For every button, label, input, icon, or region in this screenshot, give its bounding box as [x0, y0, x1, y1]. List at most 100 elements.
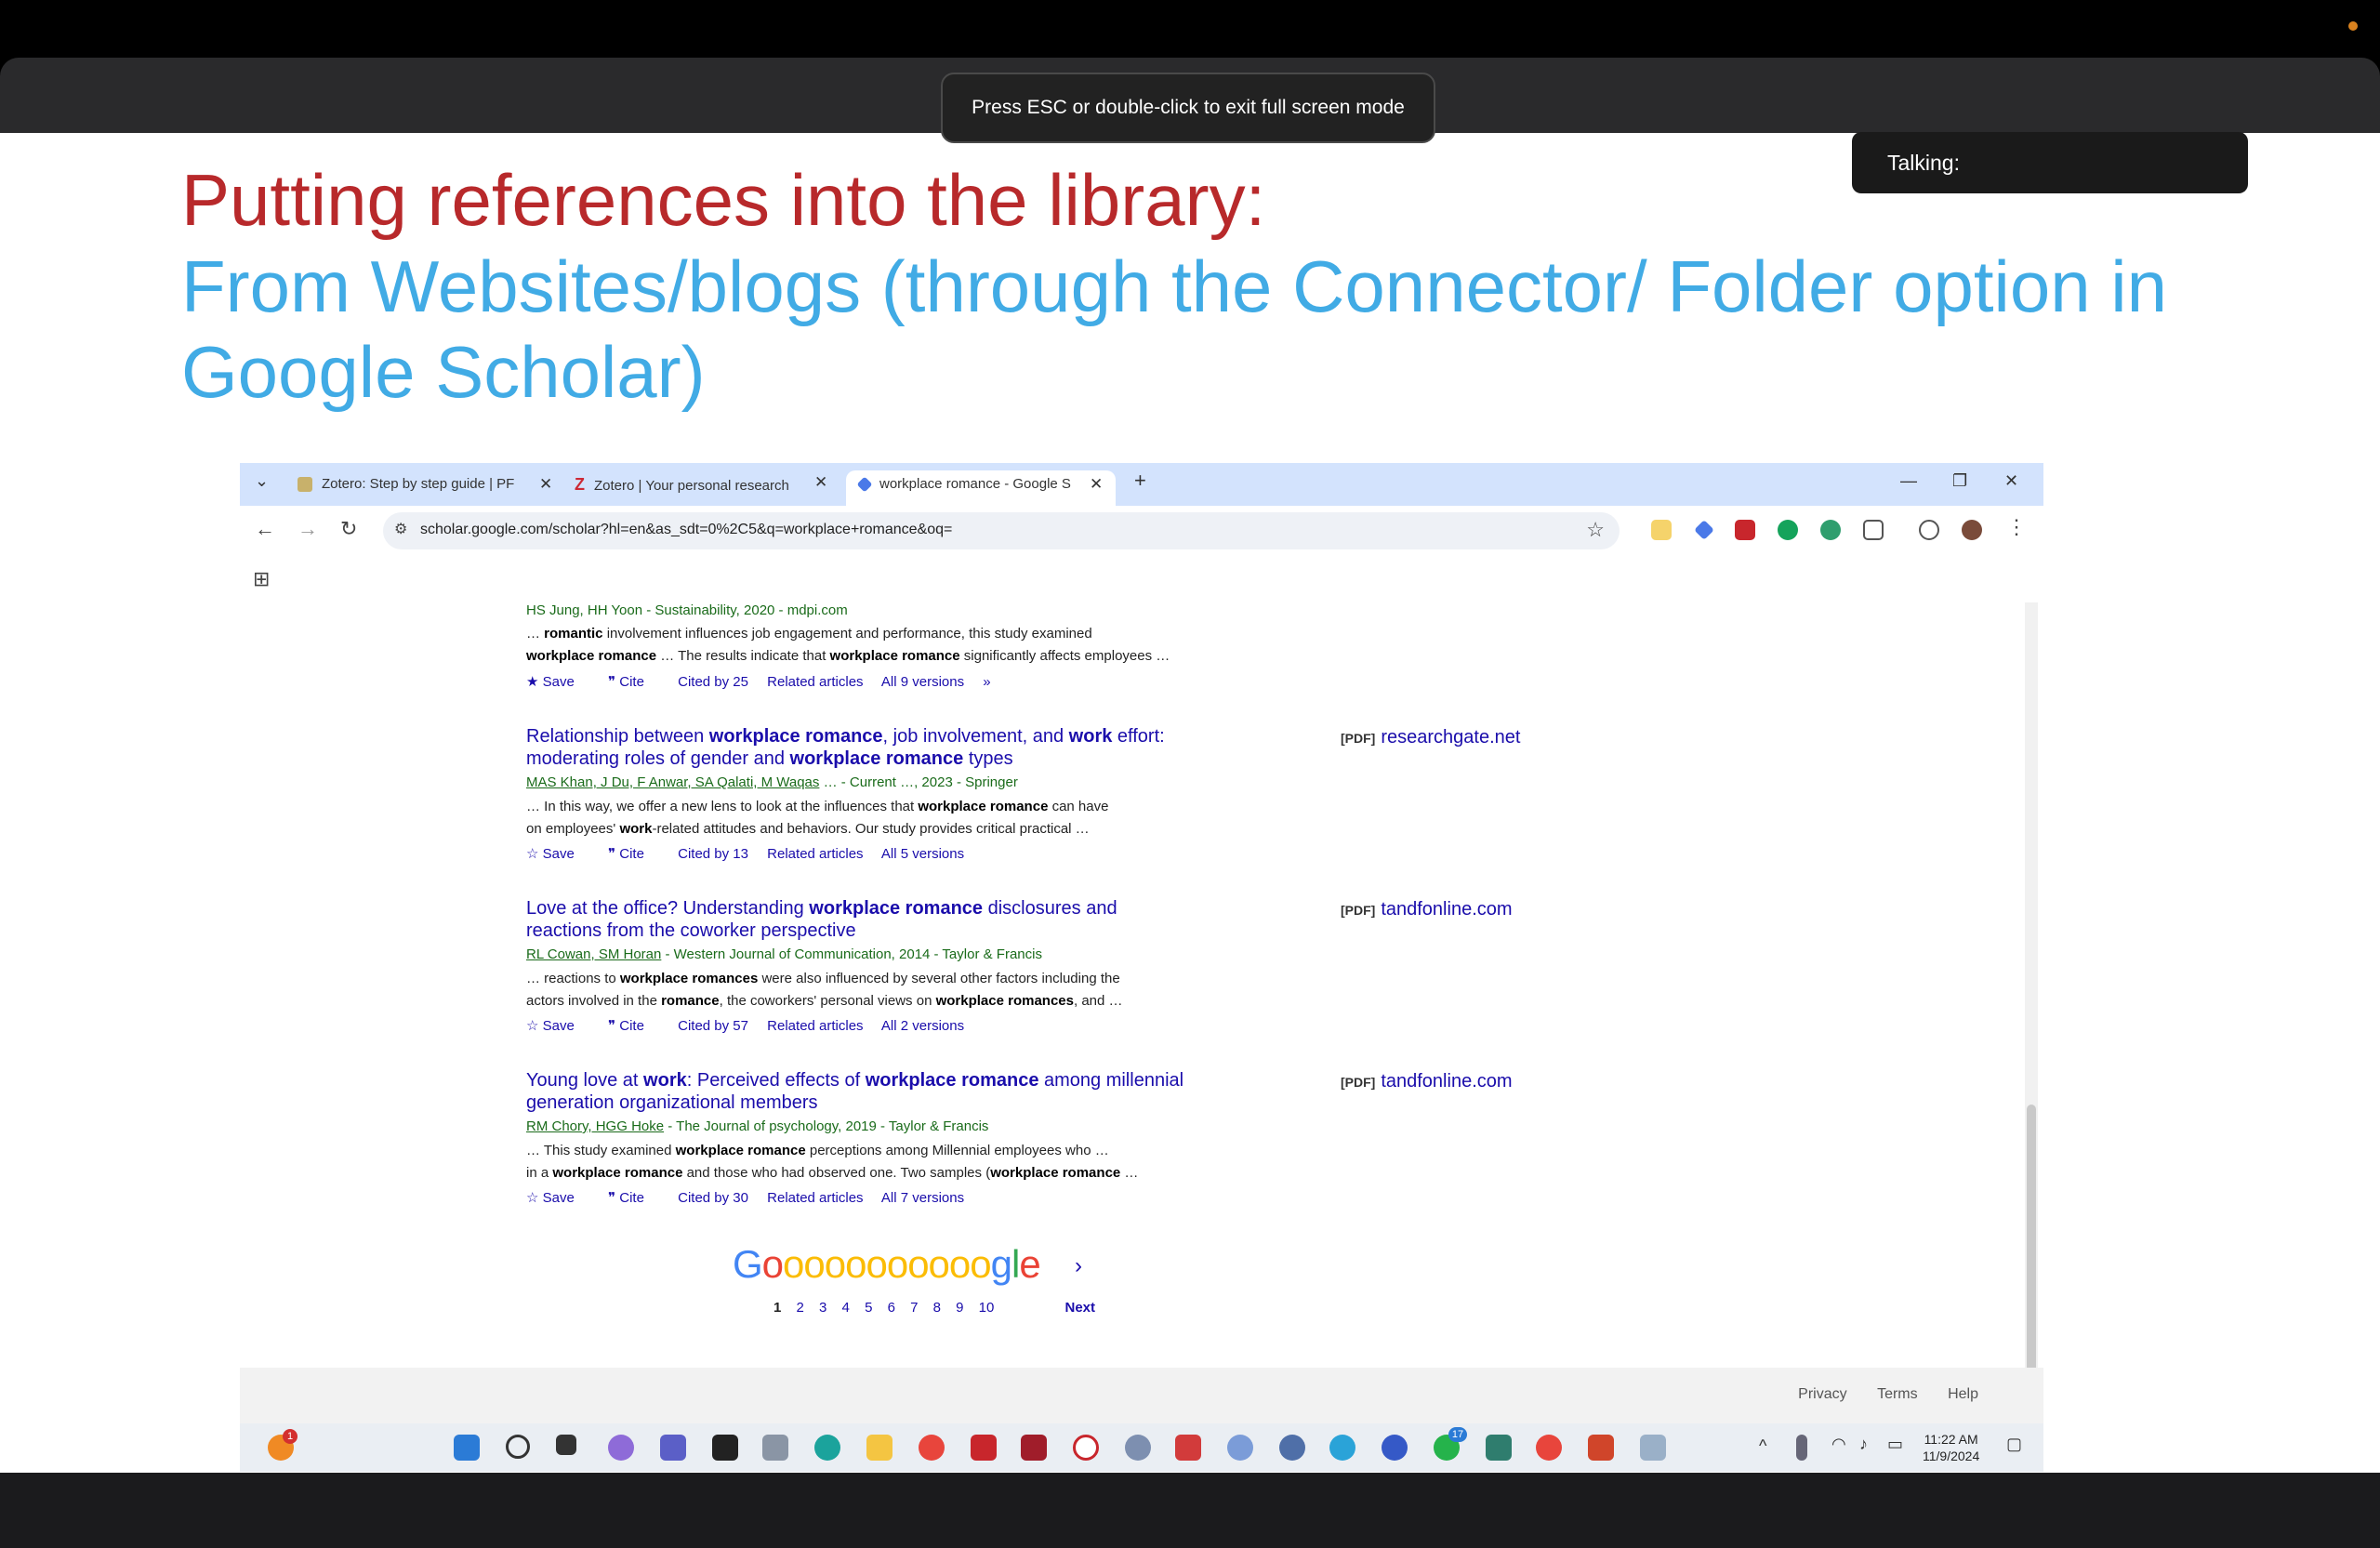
- next-page-link[interactable]: Next: [1065, 1300, 1096, 1316]
- result-title-link[interactable]: Relationship between workplace romance, …: [526, 725, 1270, 770]
- versions-link[interactable]: All 9 versions: [881, 674, 964, 690]
- restore-icon[interactable]: ❐: [1952, 471, 1967, 491]
- battery-icon[interactable]: ▭: [1887, 1435, 1903, 1454]
- notifications-icon[interactable]: ▢: [2006, 1435, 2022, 1454]
- scrollbar-thumb[interactable]: [2027, 1105, 2036, 1402]
- versions-link[interactable]: All 7 versions: [881, 1190, 964, 1206]
- page-link[interactable]: 5: [865, 1300, 872, 1316]
- extensions-puzzle-icon[interactable]: [1863, 520, 1884, 540]
- pdf-link[interactable]: [PDF] tandfonline.com: [1341, 1071, 1513, 1092]
- tab-zotero-home[interactable]: Z Zotero | Your personal research: [575, 470, 853, 506]
- save-button[interactable]: ☆ Save: [526, 846, 589, 862]
- tray-chevron-icon[interactable]: ^: [1759, 1436, 1766, 1456]
- chrome-icon[interactable]: [919, 1435, 945, 1461]
- page-link[interactable]: 6: [888, 1300, 895, 1316]
- task-view-icon[interactable]: [556, 1435, 576, 1455]
- tab-zotero-guide[interactable]: Zotero: Step by step guide | PF ✕: [298, 470, 576, 506]
- new-tab-icon[interactable]: +: [1134, 469, 1146, 493]
- close-tab-icon[interactable]: ✕: [814, 473, 827, 492]
- site-info-icon[interactable]: ⚙: [394, 520, 407, 538]
- tab-search-chevron-icon[interactable]: ⌄: [255, 471, 269, 491]
- browser-app-icon[interactable]: [1279, 1435, 1305, 1461]
- cite-button[interactable]: ❞ Cite: [608, 846, 659, 862]
- taskbar-clock[interactable]: 11:22 AM 11/9/2024: [1923, 1431, 1979, 1464]
- folder-extension-icon[interactable]: [1651, 520, 1672, 540]
- calculator-icon[interactable]: [762, 1435, 788, 1461]
- related-articles-link[interactable]: Related articles: [767, 1018, 863, 1034]
- sync-icon[interactable]: [1919, 520, 1939, 540]
- versions-link[interactable]: All 5 versions: [881, 846, 964, 862]
- cite-button[interactable]: ❞ Cite: [608, 1190, 659, 1206]
- network-app-icon[interactable]: [1486, 1435, 1512, 1461]
- privacy-link[interactable]: Privacy: [1798, 1386, 1846, 1402]
- pdf-link[interactable]: [PDF] tandfonline.com: [1341, 899, 1513, 920]
- tab-google-scholar[interactable]: workplace romance - Google S ✕: [846, 470, 1116, 506]
- cite-button[interactable]: ❞ Cite: [608, 1018, 659, 1034]
- microphone-icon[interactable]: [1796, 1435, 1807, 1461]
- mendeley-desktop-icon[interactable]: [1021, 1435, 1047, 1461]
- edge-icon[interactable]: [814, 1435, 840, 1461]
- minimize-icon[interactable]: —: [1900, 471, 1917, 491]
- more-icon[interactable]: »: [983, 674, 990, 690]
- page-link[interactable]: 4: [842, 1300, 850, 1316]
- avatar[interactable]: [1962, 520, 1982, 540]
- menu-kebab-icon[interactable]: ⋮: [2006, 515, 2027, 539]
- versions-link[interactable]: All 2 versions: [881, 1018, 964, 1034]
- extension-icon[interactable]: [1820, 520, 1841, 540]
- cite-button[interactable]: ❞ Cite: [608, 674, 659, 690]
- volume-icon[interactable]: ♪: [1859, 1435, 1868, 1454]
- mendeley-icon[interactable]: [971, 1435, 997, 1461]
- search-icon[interactable]: [506, 1435, 530, 1459]
- snipping-tool-icon[interactable]: [1640, 1435, 1666, 1461]
- mendeley-extension-icon[interactable]: [1735, 520, 1755, 540]
- file-explorer-icon[interactable]: [866, 1435, 892, 1461]
- scholar-extension-icon[interactable]: [1694, 520, 1714, 540]
- related-articles-link[interactable]: Related articles: [767, 1190, 863, 1206]
- page-link[interactable]: 9: [956, 1300, 963, 1316]
- grammarly-extension-icon[interactable]: [1778, 520, 1798, 540]
- bookmark-star-icon[interactable]: ☆: [1586, 518, 1605, 542]
- save-button[interactable]: ☆ Save: [526, 1190, 589, 1206]
- page-link[interactable]: 3: [819, 1300, 826, 1316]
- close-tab-icon[interactable]: ✕: [1090, 470, 1103, 498]
- close-tab-icon[interactable]: ✕: [539, 470, 552, 498]
- page-link[interactable]: 2: [797, 1300, 804, 1316]
- pdf-link[interactable]: [PDF] researchgate.net: [1341, 727, 1520, 748]
- reload-icon[interactable]: ↻: [340, 517, 357, 541]
- r-icon[interactable]: [1125, 1435, 1151, 1461]
- page-link[interactable]: 10: [979, 1300, 995, 1316]
- help-link[interactable]: Help: [1948, 1386, 1978, 1402]
- save-button[interactable]: ☆ Save: [526, 1018, 589, 1034]
- page-link[interactable]: 8: [933, 1300, 941, 1316]
- next-chevron-icon[interactable]: ›: [1075, 1253, 1082, 1279]
- wifi-icon[interactable]: ◠: [1831, 1435, 1846, 1454]
- terms-link[interactable]: Terms: [1877, 1386, 1918, 1402]
- record-icon[interactable]: [1073, 1435, 1099, 1461]
- result-title-link[interactable]: Love at the office? Understanding workpl…: [526, 897, 1270, 942]
- start-icon[interactable]: [454, 1435, 480, 1461]
- cited-by-link[interactable]: Cited by 57: [678, 1018, 748, 1034]
- cited-by-link[interactable]: Cited by 30: [678, 1190, 748, 1206]
- scholar-apps-icon[interactable]: ⊞: [253, 567, 270, 591]
- chrome-active-icon[interactable]: [1536, 1435, 1562, 1461]
- rstudio-icon[interactable]: [1227, 1435, 1253, 1461]
- zotero-icon[interactable]: [1175, 1435, 1201, 1461]
- forward-icon[interactable]: →: [298, 517, 318, 541]
- page-link[interactable]: 7: [910, 1300, 918, 1316]
- cited-by-link[interactable]: Cited by 13: [678, 846, 748, 862]
- related-articles-link[interactable]: Related articles: [767, 674, 863, 690]
- powerpoint-icon[interactable]: [1588, 1435, 1614, 1461]
- result-snippet: … This study examined workplace romance …: [526, 1143, 1139, 1181]
- close-window-icon[interactable]: ✕: [2004, 471, 2018, 491]
- teams-icon[interactable]: [660, 1435, 686, 1461]
- copilot-icon[interactable]: [608, 1435, 634, 1461]
- sticky-notes-icon[interactable]: [712, 1435, 738, 1461]
- address-bar[interactable]: ⚙ scholar.google.com/scholar?hl=en&as_sd…: [383, 512, 1620, 549]
- cited-by-link[interactable]: Cited by 25: [678, 674, 748, 690]
- viber-icon[interactable]: [1382, 1435, 1408, 1461]
- back-icon[interactable]: ←: [255, 517, 275, 541]
- related-articles-link[interactable]: Related articles: [767, 846, 863, 862]
- save-button[interactable]: ★ Save: [526, 674, 589, 690]
- telegram-icon[interactable]: [1329, 1435, 1355, 1461]
- result-title-link[interactable]: Young love at work: Perceived effects of…: [526, 1069, 1289, 1114]
